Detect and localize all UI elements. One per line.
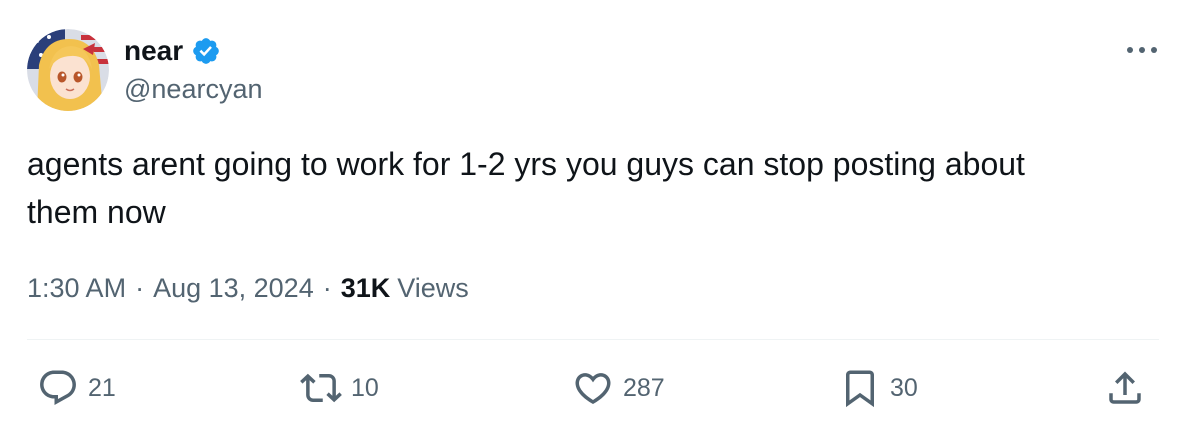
share-button[interactable] — [1104, 364, 1146, 412]
views-label: Views — [397, 272, 469, 303]
share-icon — [1109, 371, 1141, 404]
views-count: 31K — [340, 272, 391, 303]
verified-badge-icon — [193, 38, 219, 64]
author-name[interactable]: near — [124, 35, 183, 67]
reply-count: 21 — [88, 373, 116, 402]
like-count: 287 — [623, 373, 665, 402]
author-avatar[interactable] — [27, 29, 109, 111]
more-options-button[interactable] — [1120, 36, 1164, 64]
like-button[interactable]: 287 — [572, 364, 665, 412]
retweet-button[interactable]: 10 — [300, 364, 379, 412]
tweet-text: agents arent going to work for 1-2 yrs y… — [27, 146, 1025, 230]
tweet-time-link[interactable]: 1:30 AM — [27, 273, 126, 304]
heart-icon — [575, 373, 611, 405]
author-name-row: near — [124, 33, 221, 69]
bookmark-button[interactable]: 30 — [839, 364, 918, 412]
bookmark-count: 30 — [890, 373, 918, 402]
meta-separator: · — [135, 272, 145, 303]
tweet-date-link[interactable]: Aug 13, 2024 — [153, 273, 314, 304]
meta-separator: · — [322, 272, 332, 303]
divider — [27, 339, 1159, 340]
bookmark-icon — [846, 370, 874, 408]
more-dots-icon — [1127, 47, 1157, 53]
retweet-count: 10 — [351, 373, 379, 402]
anime-girl-avatar-icon — [27, 29, 109, 111]
tweet-meta: 1:30 AM · Aug 13, 2024 · 31K Views — [27, 268, 469, 308]
reply-button[interactable]: 21 — [37, 364, 116, 412]
reply-bubble-icon — [40, 370, 76, 405]
author-handle[interactable]: @nearcyan — [124, 74, 262, 105]
retweet-icon — [300, 373, 342, 403]
